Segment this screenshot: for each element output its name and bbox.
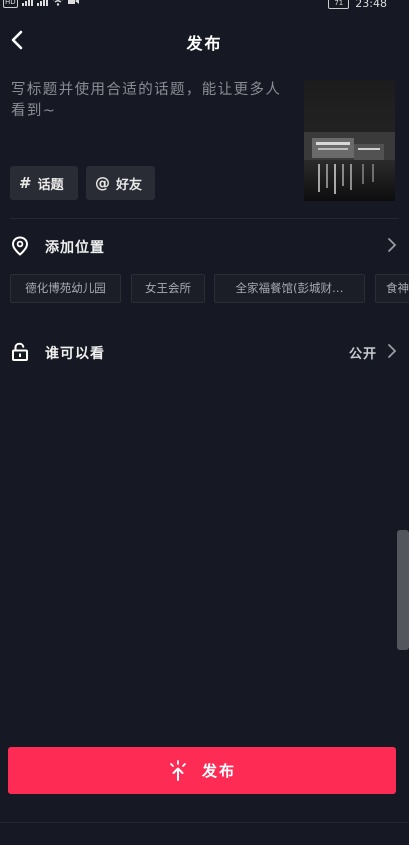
add-location-row[interactable]: 添加位置 [0,226,409,266]
chevron-right-icon [388,238,397,252]
location-suggestion-2[interactable]: 女王会所 [131,274,205,303]
bottom-divider [0,822,409,823]
location-suggestions: 德化博苑幼儿园 女王会所 全家福餐馆(彭城财… 食神 [10,274,409,303]
publish-button-label: 发布 [201,762,236,780]
spark-upload-icon [170,759,186,781]
header: 发布 [0,22,409,58]
unlock-icon [12,342,28,361]
status-left: HD [3,0,79,8]
location-pin-icon [11,236,29,256]
page-title: 发布 [186,34,223,53]
scrollbar-thumb[interactable] [397,530,409,650]
status-bar: HD 71 23:48 [0,0,409,12]
visibility-label: 谁可以看 [45,346,105,362]
signal-icon-2 [36,0,48,6]
visibility-value: 公开 [348,347,377,362]
location-suggestion-4[interactable]: 食神 [375,274,409,303]
caption-input[interactable]: 写标题并使用合适的话题，能让更多人看到~ [11,80,289,128]
chevron-right-icon [388,344,397,358]
battery-icon: 71 [328,0,350,9]
at-icon: @ [95,174,110,192]
visibility-row[interactable]: 谁可以看 公开 [0,332,409,372]
divider [10,218,399,219]
thumbnail-image [304,80,395,201]
hd-badge: HD [3,0,18,8]
status-time: 23:48 [355,0,387,10]
publish-button[interactable]: 发布 [8,747,396,794]
mention-friend-chip[interactable]: @ 好友 [86,166,155,200]
location-suggestion-3[interactable]: 全家福餐馆(彭城财… [214,274,365,303]
status-right: 71 23:48 [328,0,387,10]
friend-chip-label: 好友 [116,177,143,193]
video-thumbnail[interactable] [304,80,395,201]
location-suggestion-1[interactable]: 德化博苑幼儿园 [10,274,121,303]
signal-icon [21,0,33,6]
hashtag-icon: # [19,174,32,192]
wifi-icon [52,0,63,6]
topic-chip[interactable]: # 话题 [10,166,78,200]
video-icon [67,0,79,4]
topic-chip-label: 话题 [37,177,64,193]
add-location-label: 添加位置 [45,240,105,256]
publish-screen: HD 71 23:48 发布 写标题并使用合适的话题，能让更多人看到~ # 话题… [0,0,409,845]
